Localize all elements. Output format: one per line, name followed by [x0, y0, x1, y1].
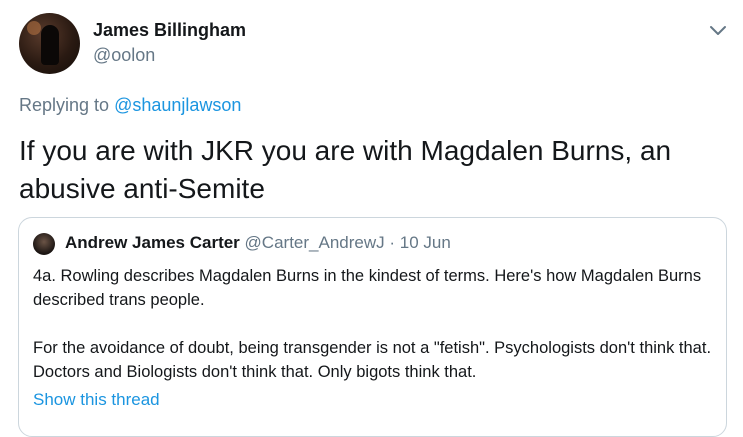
chevron-down-icon[interactable] [706, 20, 730, 40]
author-avatar[interactable] [19, 13, 80, 74]
quoted-author-avatar [33, 233, 55, 255]
quoted-paragraph-2: For the avoidance of doubt, being transg… [33, 339, 712, 381]
avatar-highlight [27, 21, 41, 35]
replying-to-mention-link[interactable]: @shaunjlawson [114, 95, 241, 115]
quoted-paragraph-1: 4a. Rowling describes Magdalen Burns in … [33, 267, 702, 309]
quoted-tweet-card[interactable]: Andrew James Carter @Carter_AndrewJ · 10… [18, 217, 727, 437]
quoted-tweet-body: 4a. Rowling describes Magdalen Burns in … [33, 264, 713, 384]
author-name[interactable]: James Billingham [93, 20, 246, 41]
quoted-tweet-date[interactable]: 10 Jun [400, 233, 451, 252]
replying-to-label: Replying to [19, 95, 115, 115]
tweet-text: If you are with JKR you are with Magdale… [19, 135, 672, 204]
author-handle[interactable]: @oolon [93, 45, 155, 66]
quoted-tweet-header: Andrew James Carter @Carter_AndrewJ · 10… [65, 233, 451, 253]
replying-to-line: Replying to @shaunjlawson [19, 95, 241, 116]
quoted-meta-separator: · [384, 233, 400, 252]
show-thread-link[interactable]: Show this thread [33, 390, 160, 410]
quoted-author-handle: @Carter_AndrewJ [244, 233, 385, 252]
avatar-figure [41, 25, 59, 65]
quoted-author-name: Andrew James Carter [65, 233, 240, 252]
